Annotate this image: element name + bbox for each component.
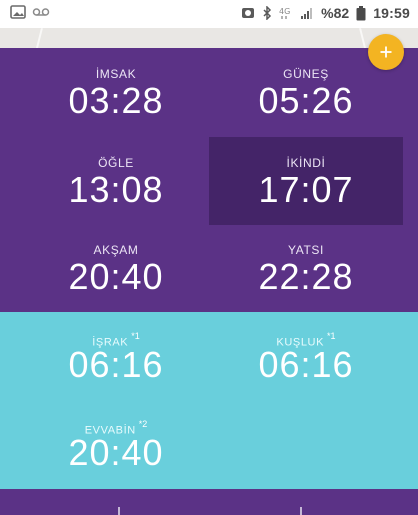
battery-percentage: %82 [321, 5, 350, 21]
plus-icon [380, 46, 392, 58]
bottom-band [0, 489, 418, 515]
extra-time: 06:16 [258, 344, 354, 385]
prayer-label: ÖĞLE [98, 156, 134, 170]
bottom-tick-right [300, 507, 302, 515]
prayer-time-aksam[interactable]: AKŞAM 20:40 [19, 224, 213, 312]
battery-icon [356, 5, 366, 21]
bottom-tick-left [118, 507, 120, 515]
network-icon: 4G [279, 6, 293, 20]
svg-text:4G: 4G [279, 7, 290, 16]
extra-time: 06:16 [68, 344, 164, 385]
status-time: 19:59 [373, 5, 410, 21]
footnote-marker: *2 [138, 419, 148, 429]
prayer-label: AKŞAM [93, 243, 139, 257]
status-left [10, 5, 50, 19]
footnote-marker: *1 [327, 331, 336, 341]
alarm-icon [241, 6, 255, 20]
prayer-time-yatsi[interactable]: YATSI 22:28 [209, 224, 403, 312]
prayer-time: 20:40 [68, 256, 164, 297]
voicemail-icon [32, 6, 50, 18]
prayer-label: İMSAK [95, 67, 137, 81]
prayer-time-ogle[interactable]: ÖĞLE 13:08 [19, 137, 213, 225]
extra-times-grid: İŞRAK*1 06:16 KUŞLUK*1 06:16 EVVABİN*2 2… [0, 312, 418, 489]
prayer-time-ikindi[interactable]: İKİNDİ 17:07 [209, 137, 403, 225]
prayer-time: 05:26 [258, 80, 354, 121]
prayer-time: 13:08 [68, 169, 164, 210]
prayer-times-grid: İMSAK 03:28 GÜNEŞ 05:26 ÖĞLE 13:08 İKİND… [0, 48, 418, 312]
bluetooth-icon [262, 6, 272, 20]
status-right: 4G %82 19:59 [241, 5, 410, 21]
add-button[interactable] [368, 34, 404, 70]
image-notification-icon [10, 5, 26, 19]
prayer-label: YATSI [288, 243, 324, 257]
signal-icon [300, 6, 314, 20]
prayer-label: İKİNDİ [286, 156, 326, 170]
prayer-time: 17:07 [258, 169, 354, 210]
extra-time-israk[interactable]: İŞRAK*1 06:16 [19, 312, 213, 398]
prayer-time-imsak[interactable]: İMSAK 03:28 [19, 48, 213, 136]
status-bar: 4G %82 19:59 [0, 0, 418, 28]
extra-time-evvabin[interactable]: EVVABİN*2 20:40 [19, 400, 213, 486]
extra-time-kusluk[interactable]: KUŞLUK*1 06:16 [209, 312, 403, 398]
prayer-label: GÜNEŞ [283, 67, 329, 81]
extra-time: 20:40 [68, 432, 164, 473]
footnote-marker: *1 [131, 331, 140, 341]
prayer-time: 03:28 [68, 80, 164, 121]
prayer-time: 22:28 [258, 256, 354, 297]
top-band [0, 28, 418, 68]
